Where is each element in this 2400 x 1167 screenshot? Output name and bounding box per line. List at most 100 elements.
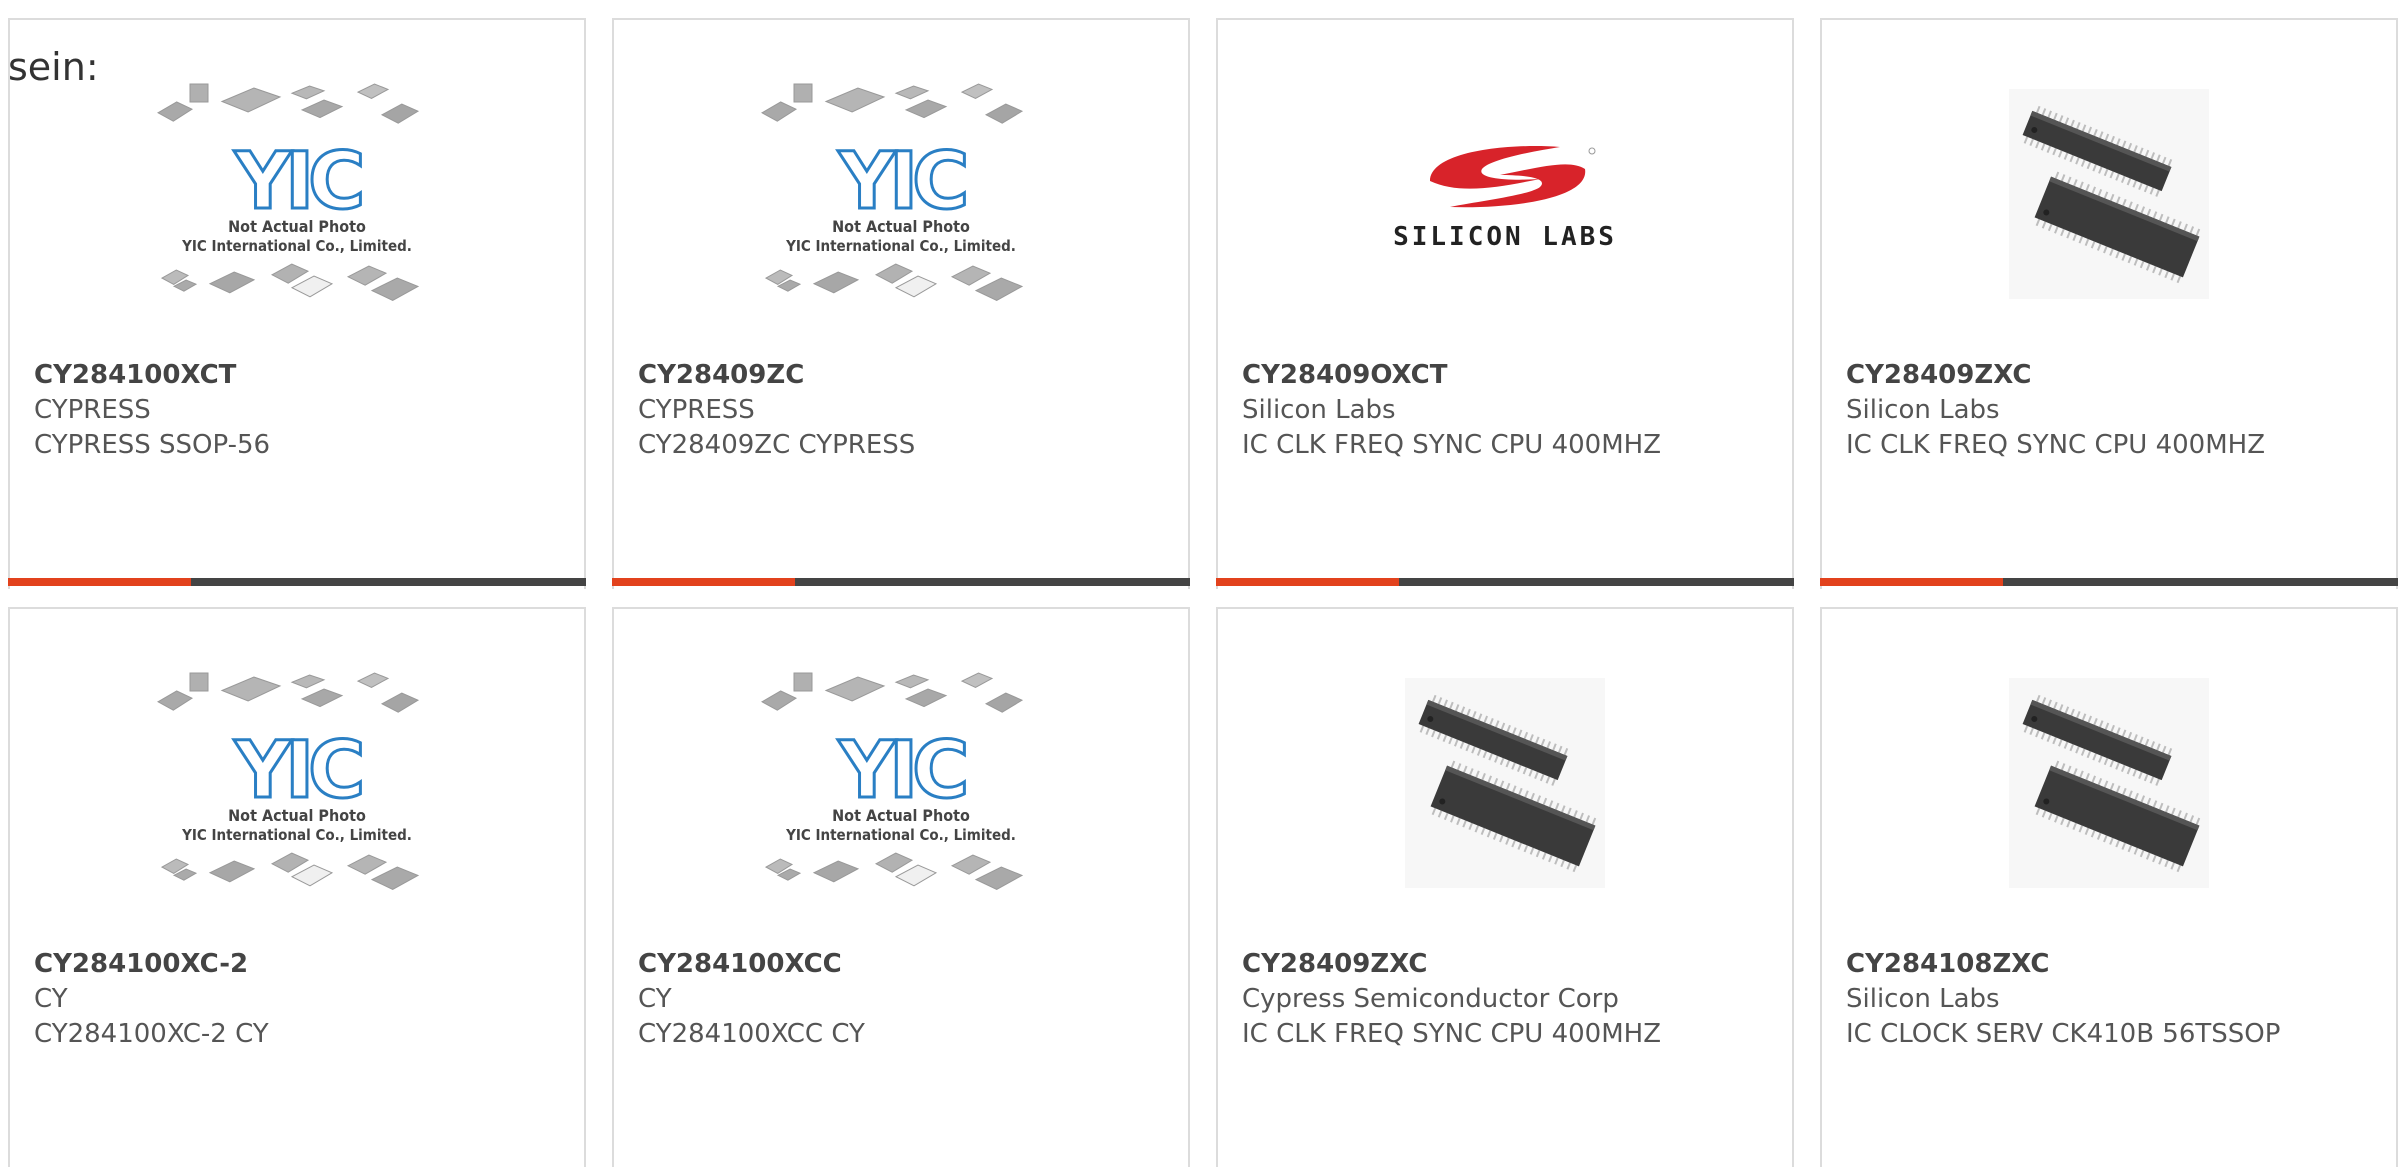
package-shape <box>824 87 886 113</box>
description: CY284100XCC CY <box>638 1019 865 1049</box>
product-info: CY28409ZXC Cypress Semiconductor Corp IC C… <box>1242 947 1782 1052</box>
part-number-link[interactable]: CY28409ZXC <box>1846 358 2386 393</box>
package-shape <box>356 83 390 99</box>
yic-logo: YIC <box>232 725 369 818</box>
part-number-link[interactable]: CY28409ZC <box>638 358 1178 393</box>
package-shape <box>974 277 1024 301</box>
yic-placeholder-image: YICNot Actual PhotoYIC International Co.… <box>156 83 420 301</box>
package-row-top <box>760 83 1024 124</box>
package-row-bottom <box>764 852 1024 890</box>
silicon-labs-wordmark: SILICON LABS <box>1393 222 1617 252</box>
card-accent-bar <box>8 578 586 586</box>
package-shape <box>370 277 420 301</box>
package-shape <box>904 99 948 119</box>
package-shape <box>290 275 334 298</box>
description: CY28409ZC CYPRESS <box>638 430 916 460</box>
part-number-link[interactable]: CY284100XCC <box>638 947 1178 982</box>
package-shape <box>346 854 388 875</box>
card-accent-highlight <box>612 578 795 586</box>
package-shape <box>220 676 282 702</box>
part-number-link[interactable]: CY28409OXCT <box>1242 358 1782 393</box>
package-shape <box>370 866 420 890</box>
product-card[interactable]: CY284108ZXC Silicon Labs IC CLOCK SERV CK4… <box>1820 607 2398 1167</box>
manufacturer: CY <box>638 984 672 1014</box>
package-shape <box>156 101 194 122</box>
manufacturer: Cypress Semiconductor Corp <box>1242 984 1619 1014</box>
package-shape <box>156 690 194 711</box>
product-image[interactable]: YIC Not Actual Photo YIC International Co.… <box>12 80 582 308</box>
product-card[interactable]: CY28409ZXC Cypress Semiconductor Corp IC C… <box>1216 607 1794 1167</box>
package-shape <box>760 101 798 122</box>
product-image[interactable]: SILICON LABS <box>1220 80 1790 308</box>
product-card[interactable]: YIC Not Actual Photo YIC International Co.… <box>8 18 586 589</box>
package-shape <box>984 692 1024 713</box>
tssop-chips-image <box>1405 678 1605 888</box>
package-shape <box>356 672 390 688</box>
product-info: CY284100XCC CY CY284100XCC CY <box>638 947 1178 1052</box>
description: IC CLK FREQ SYNC CPU 400MHZ <box>1242 430 1662 460</box>
package-shape <box>894 674 930 689</box>
package-shape <box>812 271 860 294</box>
package-shape <box>950 265 992 286</box>
package-shape <box>824 676 886 702</box>
package-shape <box>208 271 256 294</box>
product-card[interactable]: SILICON LABS CY28409OXCT Silicon Labs IC CL… <box>1216 18 1794 589</box>
manufacturer: CYPRESS <box>638 395 755 425</box>
product-card[interactable]: YIC Not Actual Photo YIC International Co.… <box>612 607 1190 1167</box>
manufacturer: Silicon Labs <box>1846 984 2000 1014</box>
package-shape <box>290 85 326 100</box>
caption-company: YIC International Co., Limited. <box>785 826 1016 844</box>
package-shape <box>894 85 930 100</box>
card-accent-bar <box>1820 578 2398 586</box>
product-info: CY284108ZXC Silicon Labs IC CLOCK SERV CK4… <box>1846 947 2386 1052</box>
product-info: CY284100XC-2 CY CY284100XC-2 CY <box>34 947 574 1052</box>
product-image[interactable]: YIC Not Actual Photo YIC International Co.… <box>616 80 1186 308</box>
product-card[interactable]: CY28409ZXC Silicon Labs IC CLK FREQ SYNC C… <box>1820 18 2398 589</box>
package-shape <box>189 672 209 692</box>
description: CYPRESS SSOP-56 <box>34 430 271 460</box>
product-image[interactable] <box>1220 669 1790 897</box>
registered-mark-icon <box>1588 147 1596 155</box>
lead-text: sein: <box>8 45 99 89</box>
card-accent-highlight <box>1216 578 1399 586</box>
yic-placeholder-image: YICNot Actual PhotoYIC International Co.… <box>156 672 420 890</box>
caption-company: YIC International Co., Limited. <box>181 826 412 844</box>
product-image[interactable] <box>1824 669 2394 897</box>
product-card[interactable]: YIC Not Actual Photo YIC International Co.… <box>8 607 586 1167</box>
tssop-chips-image <box>2009 678 2209 888</box>
package-row-top <box>156 83 420 124</box>
part-number-link[interactable]: CY284100XC-2 <box>34 947 574 982</box>
product-grid-page: YIC Not Actual Photo YIC International Co.… <box>0 0 2400 1167</box>
package-row-top <box>156 672 420 713</box>
caption-company: YIC International Co., Limited. <box>181 237 412 255</box>
package-shape <box>270 852 310 873</box>
package-shape <box>904 688 948 708</box>
package-shape <box>380 692 420 713</box>
package-shape <box>974 866 1024 890</box>
package-row-bottom <box>160 852 420 890</box>
product-grid: YIC Not Actual Photo YIC International Co.… <box>8 18 2398 1167</box>
package-shape <box>960 83 994 99</box>
yic-logo-text: YIC <box>838 726 966 816</box>
manufacturer: Silicon Labs <box>1242 395 1396 425</box>
part-number-link[interactable]: CY284108ZXC <box>1846 947 2386 982</box>
package-shape <box>270 263 310 284</box>
package-row-bottom <box>160 263 420 301</box>
product-image[interactable]: YIC Not Actual Photo YIC International Co.… <box>616 669 1186 897</box>
package-shape <box>874 852 914 873</box>
product-image[interactable] <box>1824 80 2394 308</box>
package-shape <box>300 99 344 119</box>
package-shape <box>950 854 992 875</box>
product-card[interactable]: YIC Not Actual Photo YIC International Co.… <box>612 18 1190 589</box>
package-row-top <box>760 672 1024 713</box>
package-shape <box>960 672 994 688</box>
caption-company: YIC International Co., Limited. <box>785 237 1016 255</box>
part-number-link[interactable]: CY284100XCT <box>34 358 574 393</box>
card-accent-bar <box>1216 578 1794 586</box>
package-shape <box>984 103 1024 124</box>
product-image[interactable]: YIC Not Actual Photo YIC International Co.… <box>12 669 582 897</box>
product-info: CY28409ZC CYPRESS CY28409ZC CYPRESS <box>638 358 1178 463</box>
yic-logo: YIC <box>232 136 369 229</box>
package-shape <box>793 83 813 103</box>
part-number-link[interactable]: CY28409ZXC <box>1242 947 1782 982</box>
